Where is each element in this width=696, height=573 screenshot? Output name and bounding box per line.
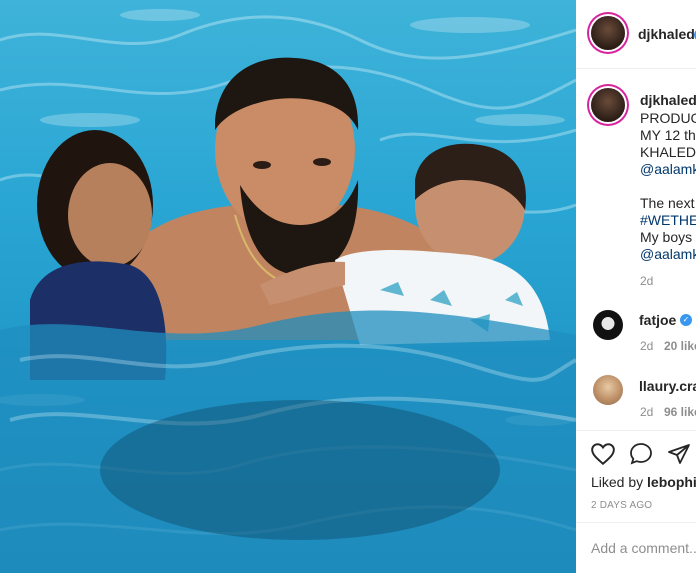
comment-avatar[interactable] <box>593 310 623 340</box>
comment-age[interactable]: 2d <box>640 405 653 419</box>
comment-username[interactable]: llaury.cran <box>639 378 696 394</box>
post-timestamp[interactable]: 2 DAYS AGO <box>591 500 652 511</box>
caption-line-3: KHALED K <box>640 144 696 160</box>
header-divider <box>576 68 696 69</box>
heart-icon[interactable] <box>590 442 616 466</box>
comment-likes[interactable]: 96 likes <box>664 405 696 419</box>
caption-line-5: My boys ! <box>640 229 696 245</box>
liked-by-prefix: Liked by <box>591 474 644 490</box>
comment-age[interactable]: 2d <box>640 339 653 353</box>
caption-hashtag-link[interactable]: #WETHEB <box>640 211 696 229</box>
share-icon[interactable] <box>667 442 691 466</box>
author-avatar[interactable] <box>591 16 625 50</box>
liked-by-user[interactable]: lebophir <box>647 474 696 490</box>
post-photo[interactable] <box>0 0 576 573</box>
actions-divider <box>576 430 696 431</box>
caption-author-username[interactable]: djkhaled <box>640 92 696 108</box>
comment-username[interactable]: fatjoe <box>639 312 676 328</box>
caption-line-1: PRODUCE <box>640 110 696 126</box>
photo-illustration <box>0 9 576 573</box>
caption-mention-link-2[interactable]: @aalamkh <box>640 245 696 263</box>
author-username[interactable]: djkhaled <box>638 26 695 42</box>
caption-author-avatar[interactable] <box>591 88 625 122</box>
caption-age[interactable]: 2d <box>640 274 653 288</box>
comment-divider <box>576 522 696 523</box>
caption-line-2: MY 12 th <box>640 127 696 143</box>
post-details-panel: djkhaled ✓ djkhaled PRODUCE MY 12 th KHA… <box>576 0 696 573</box>
caption-mention-link[interactable]: @aalamkh <box>640 160 696 178</box>
liked-by-text: Liked by lebophir <box>591 474 696 490</box>
comment-icon[interactable] <box>629 442 653 466</box>
verified-badge-icon: ✓ <box>680 314 692 326</box>
add-comment-input[interactable] <box>591 540 696 556</box>
comment-likes[interactable]: 20 likes <box>664 339 696 353</box>
caption-line-4: The next g <box>640 195 696 211</box>
comment-avatar[interactable] <box>593 375 623 405</box>
